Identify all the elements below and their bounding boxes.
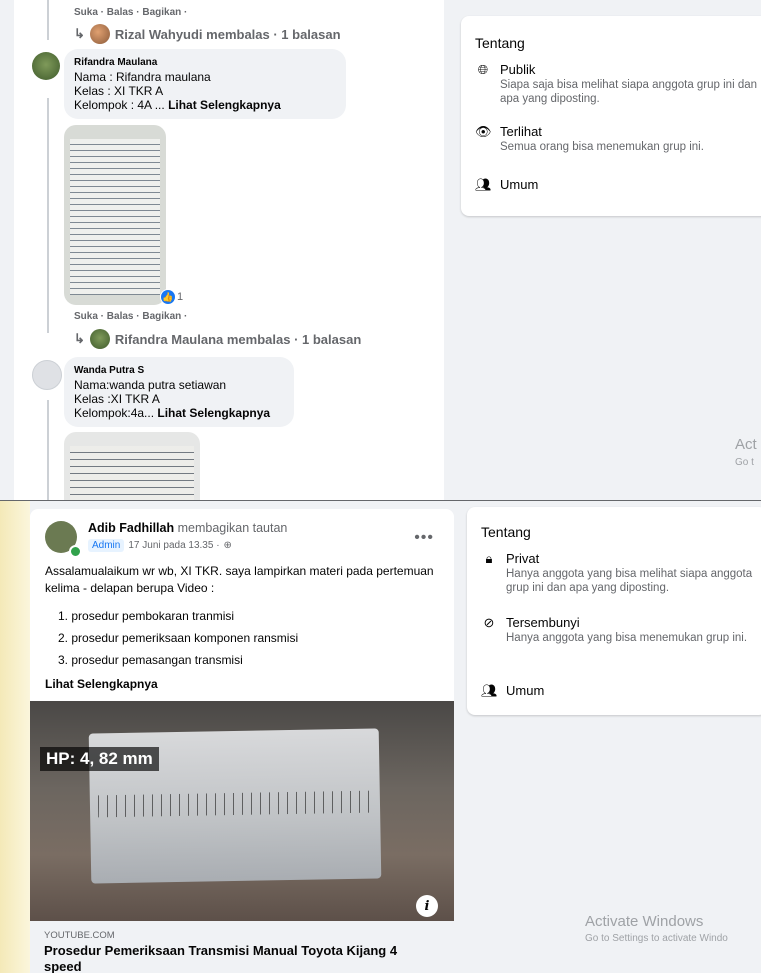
post-action: membagikan tautan	[177, 521, 288, 535]
replies-label: Rizal Wahyudi membalas · 1 balasan	[114, 26, 341, 42]
like-icon: 👍	[161, 290, 175, 304]
comments-section: Suka · Balas · Bagikan · ↳ Rizal Wahyudi…	[14, 0, 444, 500]
comment-text: Kelompok : 4A ...	[74, 98, 165, 112]
commenter-name[interactable]: Rifandra Maulana	[74, 56, 336, 70]
watermark-text: Go t	[735, 457, 754, 468]
thread-line	[47, 400, 49, 500]
avatar	[89, 329, 110, 349]
group-type-item: 👥︎ Umum	[481, 683, 545, 698]
watermark-title: Activate Windows	[585, 913, 704, 930]
comment-bubble: Wanda Putra S Nama:wanda putra setiawan …	[64, 357, 294, 427]
privacy-item: 🌐︎ Publik Siapa saja bisa melihat siapa …	[475, 62, 761, 106]
thread-line	[47, 98, 49, 333]
globe-icon: 🌐︎	[477, 62, 489, 77]
link-domain: YOUTUBE.COM	[44, 930, 115, 941]
ruler-ticks	[97, 790, 373, 818]
reply-arrow-icon: ↳	[74, 26, 85, 41]
post-text: Assalamualaikum wr wb, XI TKR. saya lamp…	[45, 564, 434, 595]
see-more-link[interactable]: Lihat Selengkapnya	[157, 406, 270, 420]
watermark-subtitle: Go to Settings to activate Windo	[585, 933, 728, 944]
about-title: Tentang	[475, 35, 525, 51]
lock-icon: 🔒︎	[485, 551, 493, 566]
post-meta: Admin 17 Juni pada 13.35 · ⊕	[88, 539, 232, 552]
watermark-text: Act	[735, 436, 757, 453]
globe-icon: ⊕	[223, 540, 232, 551]
author-name[interactable]: Adib Fadhillah	[88, 521, 174, 535]
view-replies-link[interactable]: ↳ Rizal Wahyudi membalas · 1 balasan	[74, 24, 341, 44]
list-item: 1. prosedur pembokaran tranmisi	[58, 609, 235, 623]
about-title: Tentang	[481, 524, 531, 540]
video-thumbnail[interactable]: HP: 4, 82 mm i	[30, 701, 454, 921]
notebook-page	[70, 139, 160, 295]
see-more-link[interactable]: Lihat Selengkapnya	[168, 98, 281, 112]
post-list: 1. prosedur pembokaran tranmisi 2. prose…	[58, 605, 298, 671]
thread-line	[47, 0, 49, 40]
post-card: Adib Fadhillah membagikan tautan Admin 1…	[30, 509, 454, 973]
comment-text: Nama : Rifandra maulana	[74, 70, 211, 84]
comment-bubble: Rifandra Maulana Nama : Rifandra maulana…	[64, 49, 346, 119]
admin-badge: Admin	[88, 539, 125, 552]
comment-text: Kelas :XI TKR A	[74, 392, 160, 406]
avatar	[89, 24, 110, 44]
list-item: 2. prosedur pemeriksaan komponen ransmis…	[58, 631, 299, 645]
default-avatar-icon[interactable]	[32, 360, 62, 390]
about-card: Tentang 🌐︎ Publik Siapa saja bisa meliha…	[461, 16, 761, 216]
eye-icon: 👁︎	[475, 124, 492, 139]
visibility-item: ⊘ Tersembunyi Hanya anggota yang bisa me…	[481, 615, 756, 645]
notebook-page	[70, 446, 194, 500]
post-date[interactable]: 17 Juni pada 13.35 ·	[128, 540, 219, 551]
comment-text: Kelas : XI TKR A	[74, 84, 164, 98]
eye-slash-icon: ⊘	[483, 615, 495, 630]
info-icon[interactable]: i	[416, 895, 438, 917]
bottom-screenshot-pane: Adib Fadhillah membagikan tautan Admin 1…	[0, 501, 761, 973]
avatar[interactable]	[32, 52, 60, 80]
people-icon: 👥︎	[475, 177, 492, 192]
about-card: Tentang 🔒︎ Privat Hanya anggota yang bis…	[467, 507, 761, 715]
see-more-link[interactable]: Lihat Selengkapnya	[45, 677, 158, 691]
comment-photo[interactable]	[64, 125, 166, 305]
top-screenshot-pane: Suka · Balas · Bagikan · ↳ Rizal Wahyudi…	[0, 0, 761, 500]
privacy-item: 🔒︎ Privat Hanya anggota yang bisa meliha…	[481, 551, 756, 595]
post-header: Adib Fadhillah membagikan tautan	[88, 521, 287, 535]
replies-label: Rifandra Maulana membalas · 1 balasan	[114, 331, 362, 347]
visibility-item: 👁︎ Terlihat Semua orang bisa menemukan g…	[475, 124, 704, 153]
comment-actions[interactable]: Suka · Balas · Bagikan ·	[74, 311, 187, 322]
view-replies-link[interactable]: ↳ Rifandra Maulana membalas · 1 balasan	[74, 329, 361, 349]
commenter-name[interactable]: Wanda Putra S	[74, 364, 284, 378]
comment-actions[interactable]: Suka · Balas · Bagikan ·	[74, 7, 187, 18]
online-indicator	[69, 545, 82, 558]
more-options-icon[interactable]: •••	[414, 529, 434, 547]
background-strip	[0, 501, 30, 973]
group-type-item: 👥︎ Umum	[475, 177, 539, 192]
comment-text: Nama:wanda putra setiawan	[74, 378, 227, 392]
reaction-count[interactable]: 👍 1	[160, 289, 187, 305]
comment-text: Kelompok:4a...	[74, 406, 155, 420]
link-preview[interactable]: YOUTUBE.COM Prosedur Pemeriksaan Transmi…	[30, 921, 454, 973]
list-item: 3. prosedur pemasangan transmisi	[58, 653, 243, 667]
video-overlay-text: HP: 4, 82 mm	[40, 747, 159, 771]
link-title[interactable]: Prosedur Pemeriksaan Transmisi Manual To…	[44, 943, 434, 973]
reply-arrow-icon: ↳	[74, 331, 85, 346]
comment-photo[interactable]	[64, 432, 200, 500]
people-icon: 👥︎	[481, 683, 498, 698]
